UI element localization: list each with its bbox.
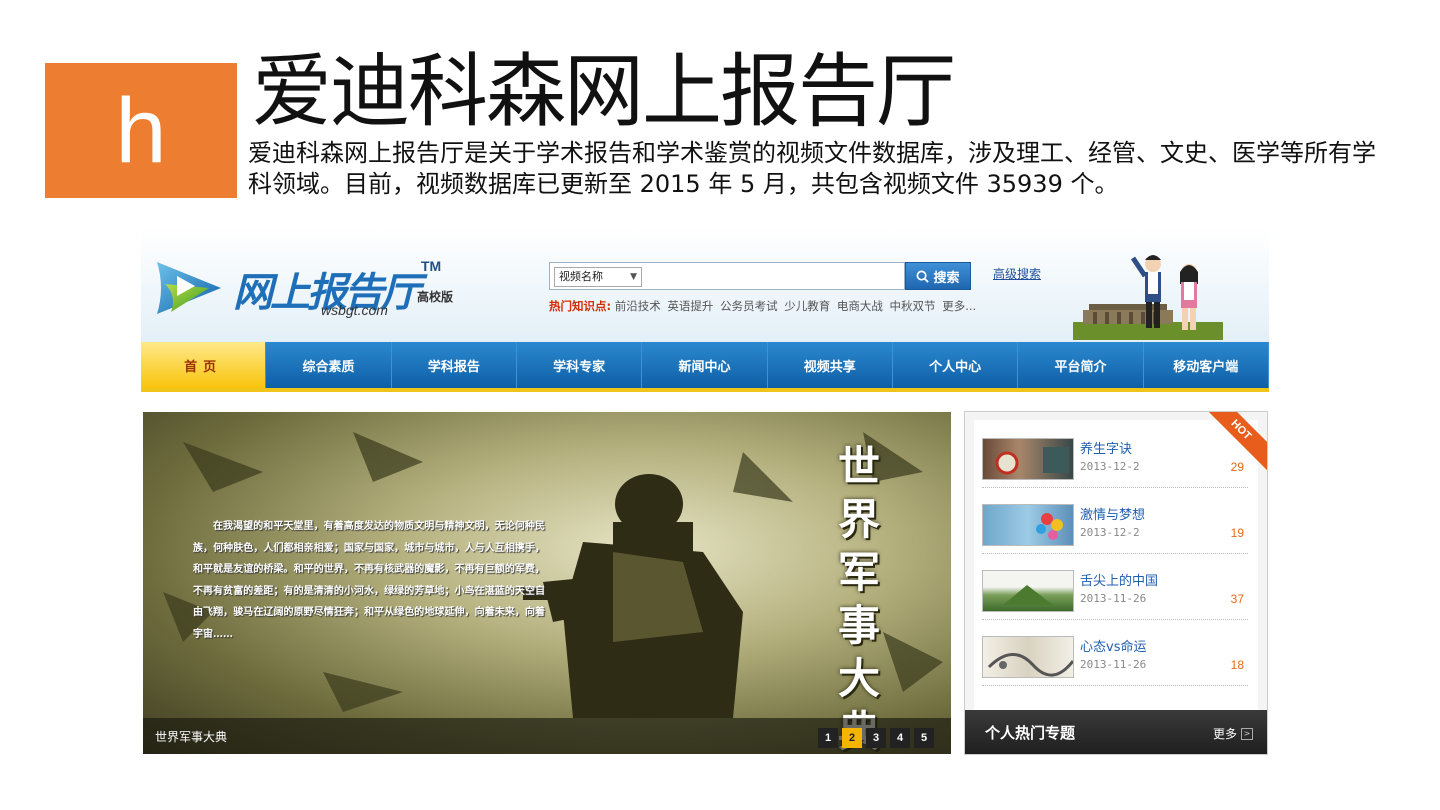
hot-topic-count: 29 (1230, 460, 1244, 474)
header-people-illustration (1073, 255, 1223, 340)
search-icon (917, 270, 930, 283)
search-category-select[interactable]: 视频名称 ▼ (554, 267, 642, 287)
hot-topics-panel: 养生字诀 2013-12-2 29 激情与梦想 2013-12-2 19 舌尖上… (964, 411, 1268, 755)
hot-keyword-link[interactable]: 中秋双节 (890, 299, 936, 313)
nav-item-subject-reports[interactable]: 学科报告 (392, 342, 517, 388)
hot-keyword-link[interactable]: 电商大战 (837, 299, 883, 313)
hot-topic-thumbnail (982, 438, 1074, 480)
search-category-value: 视频名称 (559, 270, 603, 283)
hot-topic-count: 19 (1230, 526, 1244, 540)
chevron-right-icon: > (1241, 727, 1253, 740)
search-input[interactable] (648, 265, 904, 287)
hot-topic-thumbnail (982, 504, 1074, 546)
hot-keywords-label: 热门知识点: (549, 299, 612, 313)
main-nav: 首页 综合素质 学科报告 学科专家 新闻中心 视频共享 个人中心 平台简介 移动… (141, 342, 1269, 392)
nav-item-home[interactable]: 首页 (141, 342, 267, 388)
nav-item-quality[interactable]: 综合素质 (266, 342, 392, 388)
banner-pager: 1 2 3 4 5 (818, 728, 934, 748)
pager-button[interactable]: 4 (890, 728, 910, 748)
banner-title-char: 世 (837, 442, 880, 491)
chevron-down-icon: ▼ (630, 272, 637, 282)
hot-topic-item[interactable]: 心态vs命运 2013-11-26 18 (982, 626, 1248, 686)
logo-play-icon (157, 262, 221, 314)
hot-topic-title[interactable]: 舌尖上的中国 (1080, 570, 1158, 589)
slide: h 爱迪科森网上报告厅 爱迪科森网上报告厅是关于学术报告和学术鉴赏的视频文件数据… (0, 0, 1440, 810)
hot-topic-item[interactable]: 激情与梦想 2013-12-2 19 (982, 494, 1248, 554)
banner-title-char: 事 (837, 601, 880, 650)
advanced-search-link[interactable]: 高级搜索 (993, 265, 1041, 282)
pager-button[interactable]: 1 (818, 728, 838, 748)
nav-item-news[interactable]: 新闻中心 (642, 342, 768, 388)
hot-keyword-link[interactable]: 前沿技术 (615, 299, 661, 313)
banner-slideshow[interactable]: 在我渴望的和平天堂里，有着高度发达的物质文明与精神文明，无论何种民族，何种肤色，… (143, 412, 951, 754)
hot-panel-more-link[interactable]: 更多 > (1213, 725, 1253, 742)
nav-item-mobile[interactable]: 移动客户端 (1144, 342, 1269, 388)
banner-title-char: 军 (837, 548, 880, 597)
hot-panel-footer: 个人热门专题 更多 > (965, 710, 1267, 754)
slide-title: 爱迪科森网上报告厅 (252, 45, 956, 138)
hot-panel-title: 个人热门专题 (985, 724, 1076, 742)
logo-domain: wsbgt.com (321, 302, 388, 318)
slide-description: 爱迪科森网上报告厅是关于学术报告和学术鉴赏的视频文件数据库，涉及理工、经管、文史… (248, 139, 1376, 198)
hot-topic-date: 2013-12-2 (1080, 460, 1140, 473)
search-button[interactable]: 搜索 (905, 262, 971, 290)
hot-topic-title[interactable]: 心态vs命运 (1080, 636, 1146, 655)
hot-keywords: 热门知识点: 前沿技术 英语提升 公务员考试 少儿教育 电商大战 中秋双节 更多… (549, 298, 979, 314)
hot-topic-thumbnail (982, 570, 1074, 612)
site-header: 网上报告厅 TM 高校版 wsbgt.com 视频名称 ▼ 搜索 高级搜索 热门… (141, 228, 1269, 342)
logo-edition: 高校版 (417, 290, 454, 304)
pager-button[interactable]: 5 (914, 728, 934, 748)
website-screenshot: 网上报告厅 TM 高校版 wsbgt.com 视频名称 ▼ 搜索 高级搜索 热门… (141, 228, 1269, 758)
hot-topic-thumbnail (982, 636, 1074, 678)
banner-text: 在我渴望的和平天堂里，有着高度发达的物质文明与精神文明，无论何种民族，何种肤色，… (193, 521, 545, 640)
hot-keyword-link[interactable]: 公务员考试 (720, 299, 778, 313)
banner-vertical-title: 世 界 军 事 大 典 (829, 440, 889, 754)
hot-keyword-link[interactable]: 英语提升 (667, 299, 713, 313)
hot-topic-item[interactable]: 养生字诀 2013-12-2 29 (982, 428, 1248, 488)
hot-topic-date: 2013-11-26 (1080, 658, 1147, 671)
hot-topic-title[interactable]: 激情与梦想 (1080, 504, 1145, 523)
hot-topic-count: 37 (1230, 592, 1244, 606)
nav-item-about[interactable]: 平台简介 (1018, 342, 1144, 388)
banner-title-char: 界 (837, 495, 880, 544)
search-box: 视频名称 ▼ (549, 262, 905, 290)
pager-button-active[interactable]: 2 (842, 728, 862, 748)
banner-caption[interactable]: 世界军事大典 (155, 728, 227, 745)
hot-topic-count: 18 (1230, 658, 1244, 672)
banner-title-char: 大 (837, 654, 880, 703)
hot-topic-title[interactable]: 养生字诀 (1080, 438, 1132, 457)
pager-button[interactable]: 3 (866, 728, 886, 748)
nav-item-video-share[interactable]: 视频共享 (768, 342, 893, 388)
hot-topic-date: 2013-12-2 (1080, 526, 1140, 539)
hot-keywords-more-link[interactable]: 更多... (942, 299, 976, 313)
hot-topics-list: 养生字诀 2013-12-2 29 激情与梦想 2013-12-2 19 舌尖上… (974, 420, 1258, 710)
slide-badge: h (45, 63, 237, 198)
logo-trademark: TM (421, 258, 442, 274)
search-button-label: 搜索 (933, 270, 960, 286)
nav-item-experts[interactable]: 学科专家 (517, 342, 643, 388)
more-link-label: 更多 (1212, 727, 1237, 741)
hot-keyword-link[interactable]: 少儿教育 (784, 299, 830, 313)
nav-item-personal[interactable]: 个人中心 (893, 342, 1019, 388)
hot-topic-item[interactable]: 舌尖上的中国 2013-11-26 37 (982, 560, 1248, 620)
slide-badge-letter: h (115, 79, 167, 182)
hot-topic-date: 2013-11-26 (1080, 592, 1147, 605)
